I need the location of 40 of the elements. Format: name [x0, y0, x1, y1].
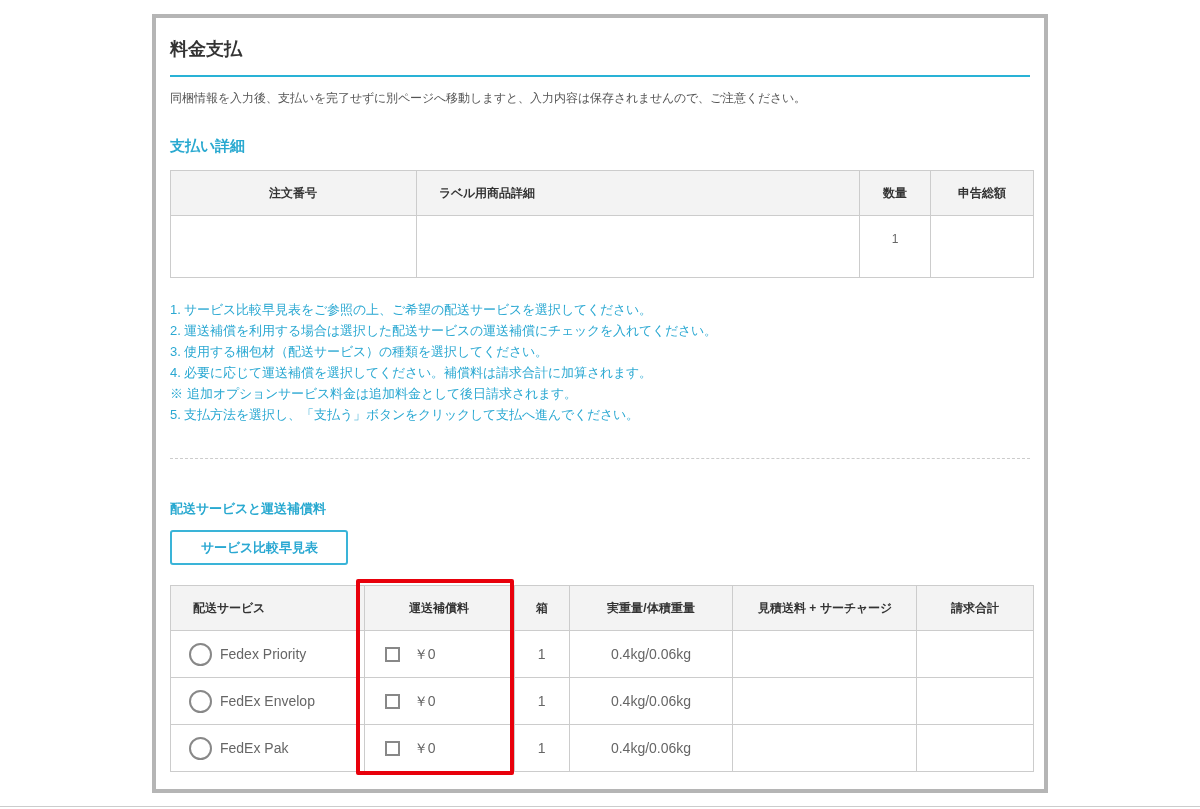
radio-button[interactable]: [189, 689, 212, 713]
compare-button[interactable]: サービス比較早見表: [170, 530, 348, 565]
insurance-fee: ￥0: [413, 738, 436, 758]
table-cell: 0.4kg/0.06kg: [569, 724, 733, 772]
service-label: FedEx Pak: [220, 738, 289, 758]
table-cell: 0.4kg/0.06kg: [569, 677, 733, 725]
instruction-text: 4. 必要に応じて運送補償を選択してください。補償料は請求合計に加算されます。: [170, 363, 654, 382]
column-header: 注文番号: [170, 170, 417, 215]
checkbox[interactable]: [384, 693, 400, 709]
notice-text: 同梱情報を入力後、支払いを完了せずに別ページへ移動しますと、入力内容は保存されませんので、ご注意ください。: [170, 90, 807, 107]
column-header: 箱: [514, 585, 570, 631]
service-label: FedEx Envelop: [220, 691, 315, 711]
instruction-text: 2. 運送補償を利用する場合は選択した配送サービスの運送補償にチェックを入れてください。: [170, 321, 719, 340]
column-header: 実重量/体積重量: [569, 585, 733, 631]
table-cell: 1: [514, 724, 570, 772]
column-header: 数量: [859, 170, 931, 215]
column-header: ラベル用商品詳細: [416, 170, 860, 215]
instruction-text: ※ 追加オプションサービス料金は追加料金として後日請求されます。: [170, 384, 578, 403]
instruction-text: 3. 使用する梱包材（配送サービス）の種類を選択してください。: [170, 342, 550, 361]
column-header: 請求合計: [916, 585, 1034, 631]
section-heading: 支払い詳細: [170, 136, 246, 156]
column-header: 運送補償料: [364, 585, 515, 631]
table-cell: 1: [514, 630, 570, 678]
insurance-fee: ￥0: [413, 691, 436, 711]
column-header: 申告総額: [930, 170, 1034, 215]
checkbox[interactable]: [384, 646, 400, 662]
column-header: 見積送料 + サーチャージ: [732, 585, 917, 631]
page-title: 料金支払: [170, 36, 1030, 77]
radio-button[interactable]: [189, 736, 212, 760]
section-heading: 配送サービスと運送補償料: [170, 499, 327, 518]
column-header: 配送サービス: [170, 585, 365, 631]
insurance-fee: ￥0: [413, 644, 436, 664]
instruction-text: 5. 支払方法を選択し、「支払う」ボタンをクリックして支払へ進んでください。: [170, 405, 641, 424]
radio-button[interactable]: [189, 642, 212, 666]
table-cell: 1: [859, 215, 931, 277]
instruction-text: 1. サービス比較早見表をご参照の上、ご希望の配送サービスを選択してください。: [170, 300, 654, 319]
table-cell: 1: [514, 677, 570, 725]
service-label: Fedex Priority: [220, 644, 307, 664]
table-cell: 0.4kg/0.06kg: [569, 630, 733, 678]
checkbox[interactable]: [384, 740, 400, 756]
